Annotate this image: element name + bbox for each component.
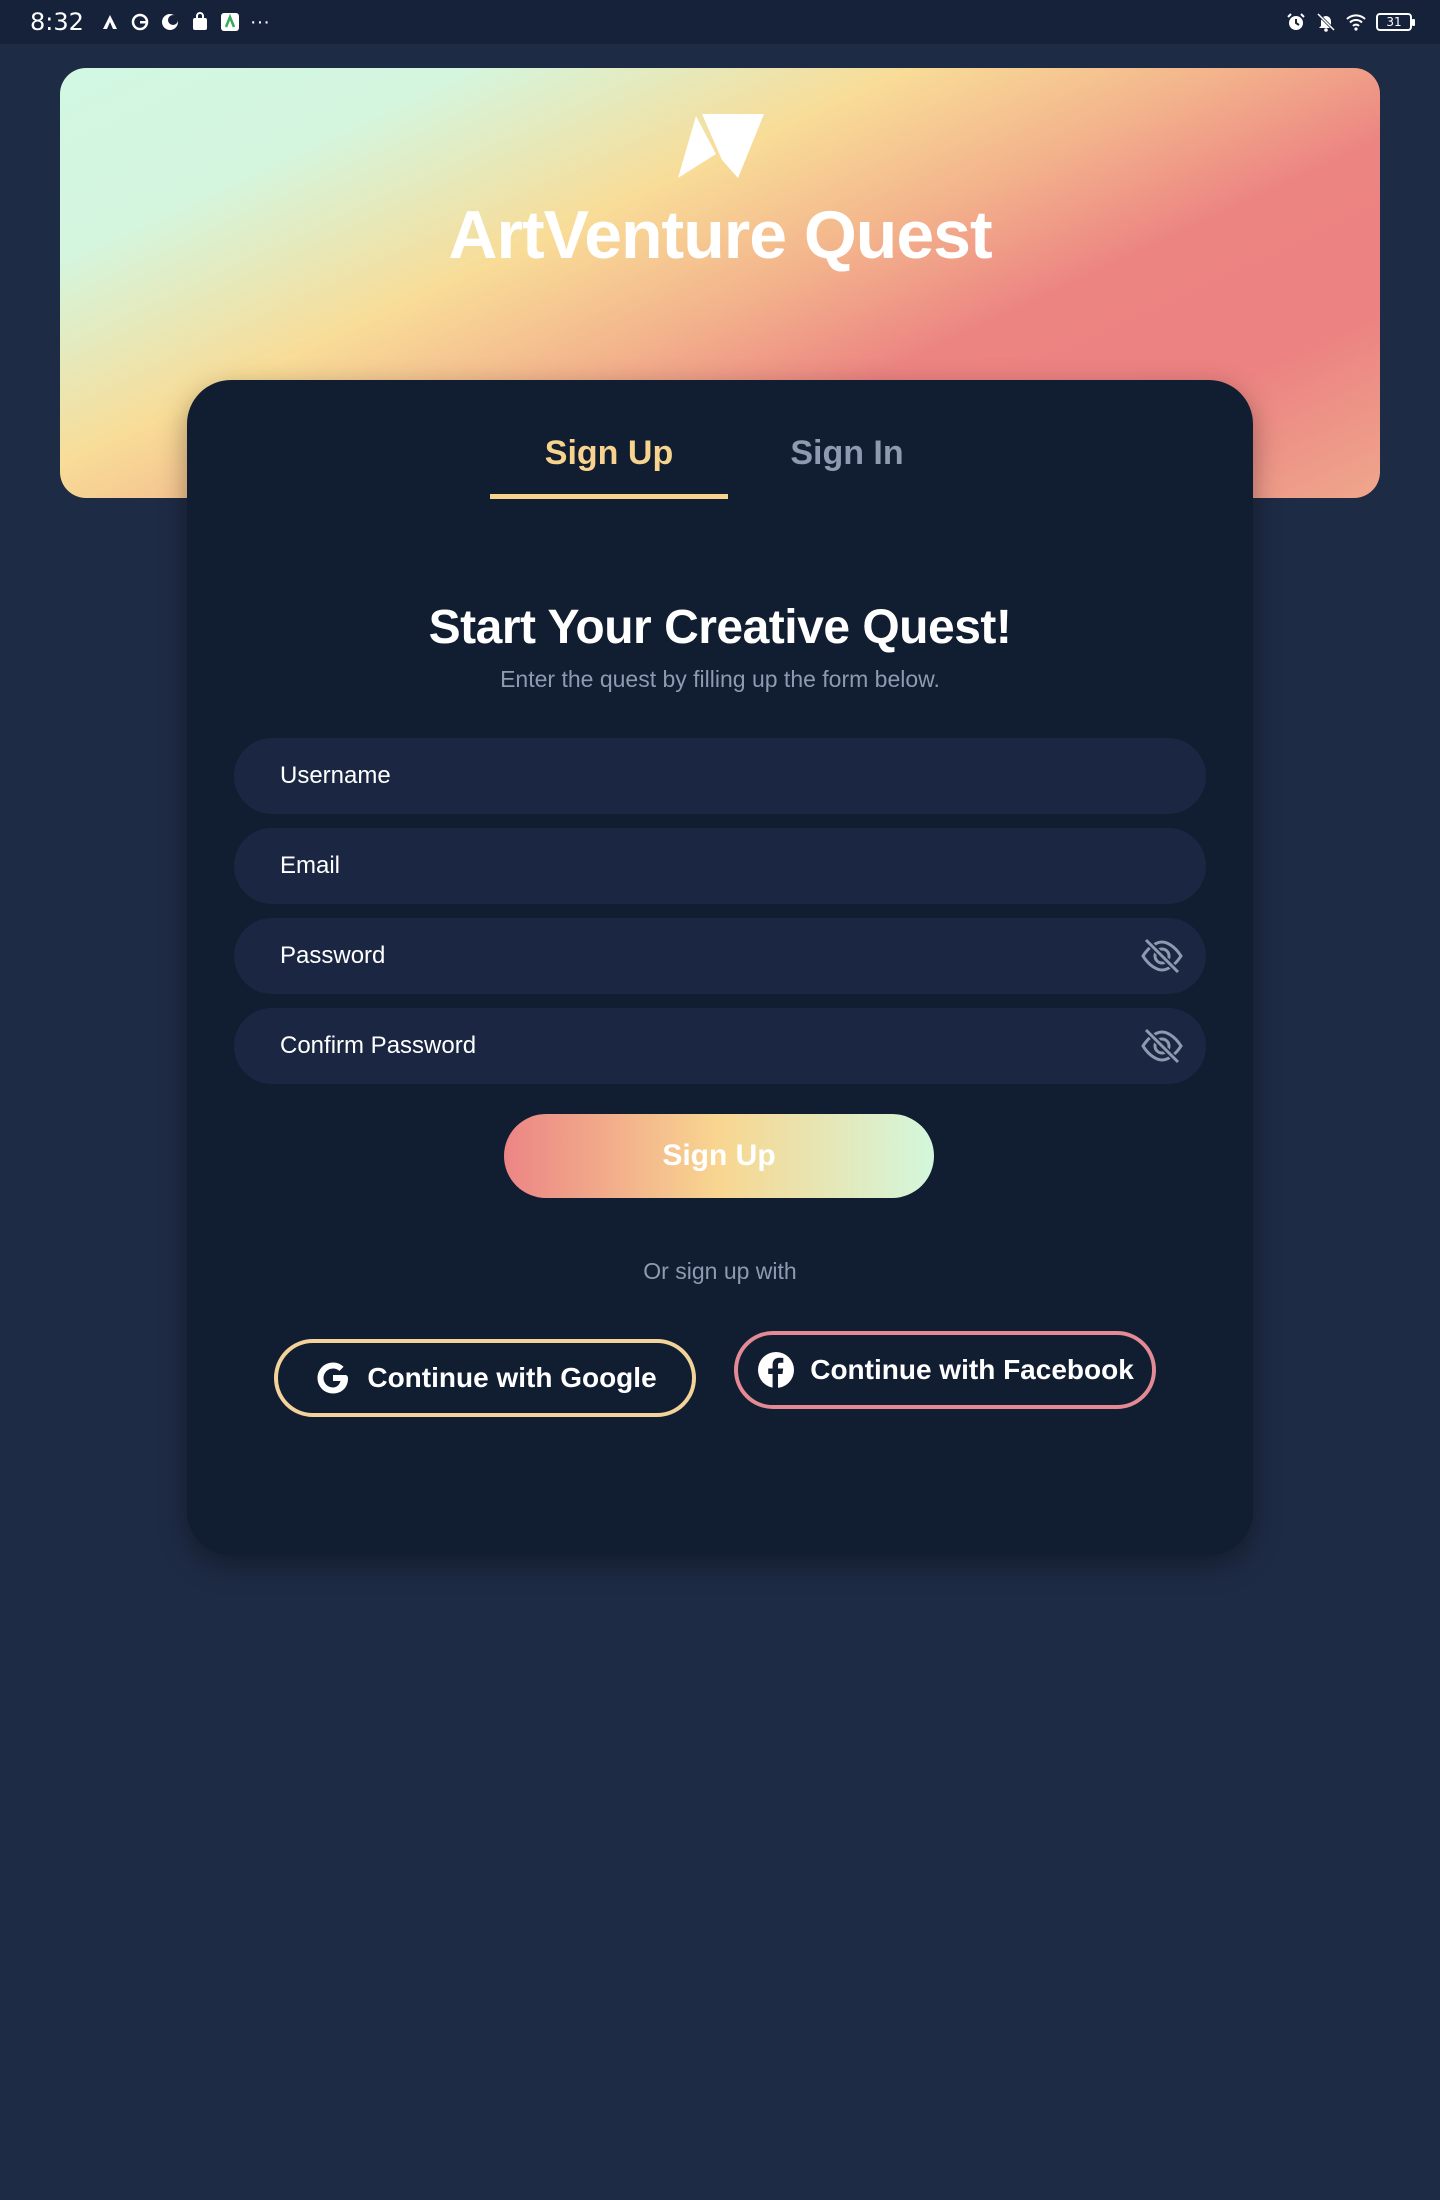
tab-sign-up[interactable]: Sign Up (490, 420, 728, 499)
google-sign-in-button[interactable]: Continue with Google (274, 1339, 696, 1417)
battery-icon: 31 (1376, 13, 1415, 31)
wifi-icon (1346, 12, 1366, 32)
or-sign-up-text: Or sign up with (643, 1258, 797, 1284)
moon-icon (160, 12, 180, 32)
a-logo-icon (100, 12, 120, 32)
status-left: 8:32 ··· (30, 8, 270, 36)
email-field[interactable]: Email (234, 828, 1206, 904)
status-time: 8:32 (30, 8, 84, 36)
bell-muted-icon (1316, 12, 1336, 32)
facebook-icon (758, 1352, 795, 1388)
facebook-button-label: Continue with Facebook (810, 1354, 1134, 1385)
sign-up-button[interactable]: Sign Up (504, 1114, 934, 1198)
facebook-sign-in-button[interactable]: Continue with Facebook (734, 1331, 1156, 1409)
tab-sign-in[interactable]: Sign In (728, 420, 966, 494)
auth-card: Sign Up Sign In Start Your Creative Ques… (187, 380, 1253, 1555)
confirm-password-field[interactable]: Confirm Password (234, 1008, 1206, 1084)
google-button-label: Continue with Google (367, 1362, 657, 1393)
eye-off-icon[interactable] (1140, 1026, 1184, 1066)
more-dots-icon: ··· (249, 10, 270, 33)
email-placeholder: Email (280, 852, 341, 879)
form-heading: Start Your Creative Quest! (428, 601, 1012, 654)
paper-plane-logo-icon (678, 114, 764, 178)
app-title: ArtVenture Quest (448, 197, 992, 273)
confirm-password-placeholder: Confirm Password (280, 1032, 477, 1059)
status-right: 31 (1286, 12, 1415, 32)
google-icon (317, 1362, 349, 1394)
alarm-icon (1286, 12, 1306, 32)
auth-tabs: Sign Up Sign In (187, 420, 1253, 500)
eye-off-icon[interactable] (1140, 936, 1184, 976)
a-app-icon (220, 12, 240, 32)
password-field[interactable]: Password (234, 918, 1206, 994)
g-logo-icon (130, 12, 150, 32)
status-bar: 8:32 ··· 31 (0, 0, 1440, 44)
username-field[interactable]: Username (234, 738, 1206, 814)
password-placeholder: Password (280, 942, 386, 969)
form-subheading: Enter the quest by filling up the form b… (500, 666, 940, 692)
username-placeholder: Username (280, 762, 391, 789)
shopping-bag-icon (190, 12, 210, 32)
